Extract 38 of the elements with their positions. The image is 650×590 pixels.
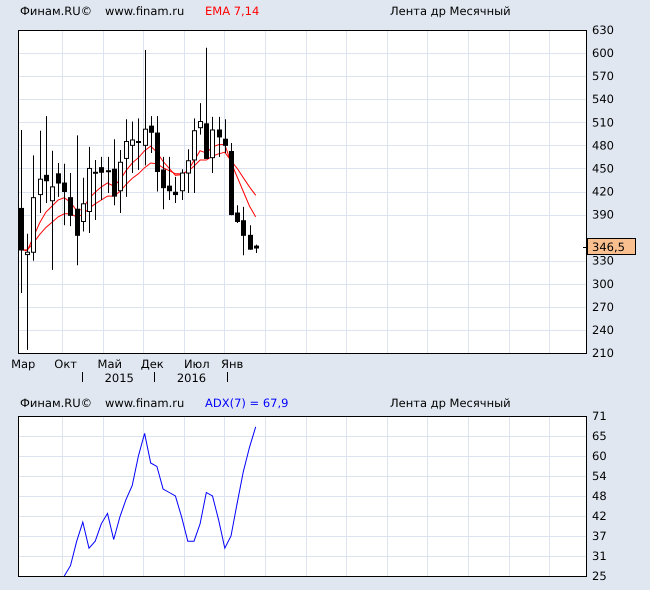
axis-label: 2016 [176,371,206,385]
axis-label: 540 [592,92,614,106]
axis-label: 31 [592,549,607,563]
indicator-label: EMA 7,14 [205,4,260,18]
axis-label: 42 [592,509,607,523]
axis-label: 450 [592,161,614,176]
axis-label: 600 [592,46,614,60]
axis-label: 630 [592,23,614,37]
axis-label: 510 [592,115,614,130]
axis-label: 480 [592,138,614,152]
axis-label: 71 [592,410,607,423]
price-label: 346,5 [582,238,636,255]
axis-label: 270 [592,300,614,314]
axis-label: 420 [592,184,614,198]
axis-label: 60 [592,449,607,463]
indicator-label: ADX(7) = 67,9 [205,396,290,410]
chart-title: Лента др Месячный [390,396,512,410]
axis-label: Мар [11,357,36,371]
axis-label: 570 [592,69,614,84]
axis-label: 2015 [104,371,134,385]
axis-label: 240 [592,322,614,337]
axis-label: Дек [140,357,164,371]
axis-label: Май [98,357,122,371]
axis-label: 65 [592,429,607,443]
axis-label: 390 [592,208,614,222]
axis-label: 54 [592,469,607,483]
axis-label: Окт [54,357,77,371]
chart-title: Лента др Месячный [390,4,512,18]
axis-label: 25 [592,569,607,583]
axis-label: Янв [221,357,244,371]
source-label: Финам.RU© [20,4,94,18]
source-label: Финам.RU© [20,396,94,410]
axis-label: 300 [592,276,614,291]
axis-label: 37 [592,529,607,543]
axis-label: 210 [592,346,614,360]
axis-label: 48 [592,489,607,503]
axis-label: Июл [184,357,210,371]
axis-label: 330 [592,254,614,268]
